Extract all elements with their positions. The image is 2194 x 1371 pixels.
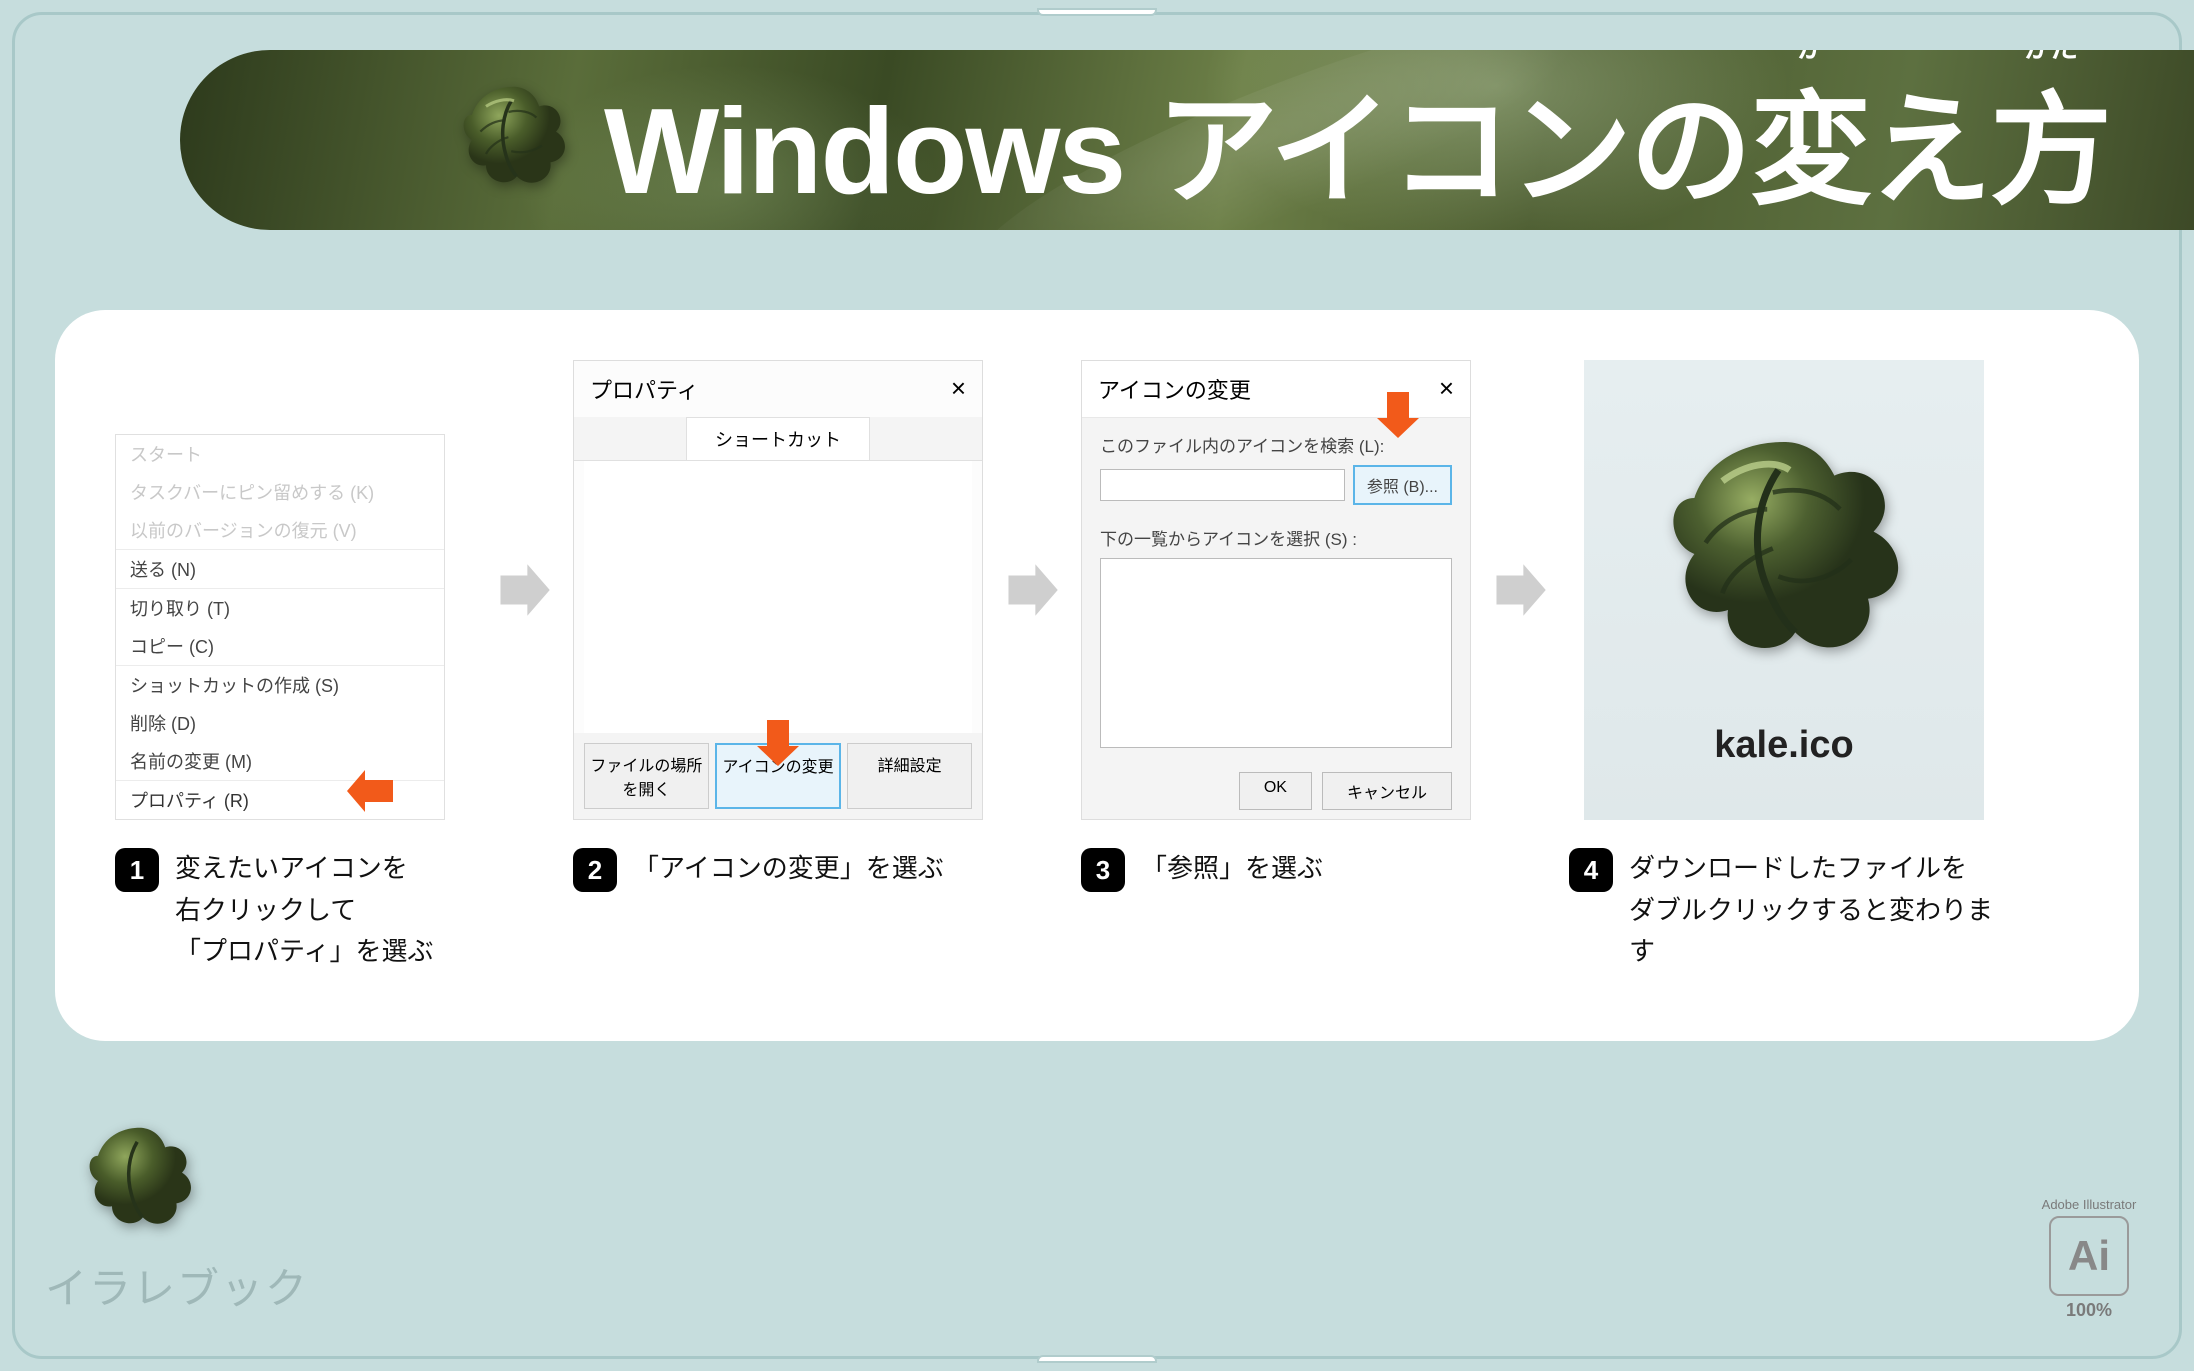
- cancel-button[interactable]: キャンセル: [1322, 772, 1452, 810]
- dialog-title-text: プロパティ: [590, 373, 699, 405]
- open-location-button[interactable]: ファイルの場所を開く: [584, 743, 709, 809]
- step-1-visual: スタート タスクバーにピン留めする (K) 以前のバージョンの復元 (V) 送る…: [115, 360, 475, 820]
- context-menu: スタート タスクバーにピン留めする (K) 以前のバージョンの復元 (V) 送る…: [115, 434, 445, 820]
- step-3-visual: アイコンの変更 × このファイル内のアイコンを検索 (L): 参照 (B)...…: [1081, 360, 1471, 820]
- footer-brand: イラレブック: [45, 1255, 309, 1316]
- ctx-item-copy[interactable]: コピー (C): [116, 627, 444, 665]
- title-ruby-2: かた: [2024, 50, 2076, 66]
- ok-button[interactable]: OK: [1239, 772, 1312, 810]
- dialog-button-row: OK キャンセル: [1082, 762, 1470, 820]
- instruction-card: スタート タスクバーにピン留めする (K) 以前のバージョンの復元 (V) 送る…: [55, 310, 2139, 1041]
- title-banner: Windows アイコンの か変え かた方: [180, 50, 2194, 230]
- kale-leaf-icon: [1634, 414, 1934, 694]
- step-4-text: ダウンロードしたファイルを ダブルクリックすると変わります: [1629, 848, 1999, 973]
- title-ruby-1: か: [1797, 50, 1823, 66]
- step-1-caption: 1 変えたいアイコンを 右クリックして 「プロパティ」を選ぶ: [115, 848, 475, 973]
- title-kanji-2: 方: [1990, 83, 2110, 219]
- ctx-item[interactable]: スタート: [116, 435, 444, 473]
- advanced-button[interactable]: 詳細設定: [847, 743, 972, 809]
- ai-icon: Ai: [2049, 1216, 2129, 1296]
- dialog-title-text: アイコンの変更: [1098, 373, 1251, 405]
- ctx-item-cut[interactable]: 切り取り (T): [116, 589, 444, 627]
- kale-leaf-icon: [70, 1111, 210, 1251]
- ctx-item-shortcut[interactable]: ショットカットの作成 (S): [116, 666, 444, 704]
- ctx-item[interactable]: タスクバーにピン留めする (K): [116, 473, 444, 511]
- step-1: スタート タスクバーにピン留めする (K) 以前のバージョンの復元 (V) 送る…: [115, 360, 475, 973]
- step-3-text: 「参照」を選ぶ: [1141, 848, 1323, 890]
- flow-arrow-icon: [1001, 360, 1063, 820]
- ctx-item-send[interactable]: 送る (N): [116, 550, 444, 588]
- page-title: Windows アイコンの か変え かた方: [604, 52, 2110, 229]
- step-1-text: 変えたいアイコンを 右クリックして 「プロパティ」を選ぶ: [175, 848, 433, 973]
- title-middle: え: [1870, 83, 1990, 219]
- step-4-caption: 4 ダウンロードしたファイルを ダブルクリックすると変わります: [1569, 848, 1999, 973]
- pointer-arrow-icon: [345, 766, 395, 816]
- title-prefix: Windows アイコンの: [604, 83, 1750, 219]
- title-kanji-1: 変: [1750, 83, 1870, 219]
- dialog-titlebar: プロパティ ×: [574, 361, 982, 417]
- step-number-badge: 4: [1569, 848, 1613, 892]
- icon-list-label: 下の一覧からアイコンを選択 (S) :: [1100, 525, 1452, 550]
- bottom-handle: [1037, 1355, 1157, 1363]
- ctx-item-delete[interactable]: 削除 (D): [116, 704, 444, 742]
- ctx-item[interactable]: 以前のバージョンの復元 (V): [116, 511, 444, 549]
- pointer-arrow-icon: [1373, 390, 1423, 440]
- dialog-body: [584, 461, 972, 733]
- step-3-caption: 3 「参照」を選ぶ: [1081, 848, 1471, 892]
- ai-badge: Adobe Illustrator Ai 100%: [2039, 1197, 2139, 1321]
- file-name: kale.ico: [1714, 724, 1853, 767]
- step-4: kale.ico 4 ダウンロードしたファイルを ダブルクリックすると変わります: [1569, 360, 1999, 973]
- kale-leaf-icon: [444, 70, 584, 210]
- icon-list[interactable]: [1100, 558, 1452, 748]
- flow-arrow-icon: [493, 360, 555, 820]
- step-number-badge: 1: [115, 848, 159, 892]
- step-4-visual: kale.ico: [1569, 360, 1999, 820]
- step-3: アイコンの変更 × このファイル内のアイコンを検索 (L): 参照 (B)...…: [1081, 360, 1471, 892]
- ai-label: Adobe Illustrator: [2039, 1197, 2139, 1212]
- browse-button[interactable]: 参照 (B)...: [1353, 465, 1452, 505]
- step-number-badge: 3: [1081, 848, 1125, 892]
- step-2-visual: プロパティ × ショートカット ファイルの場所を開く アイコンの変更 詳細設定: [573, 360, 983, 820]
- ai-percent: 100%: [2039, 1300, 2139, 1321]
- pointer-arrow-icon: [753, 718, 803, 768]
- flow-arrow-icon: [1489, 360, 1551, 820]
- dialog-tabs: ショートカット: [574, 417, 982, 461]
- icon-path-input[interactable]: [1100, 469, 1345, 501]
- close-icon[interactable]: ×: [951, 373, 966, 405]
- top-handle: [1037, 8, 1157, 16]
- step-number-badge: 2: [573, 848, 617, 892]
- tab-shortcut[interactable]: ショートカット: [686, 417, 870, 460]
- step-2: プロパティ × ショートカット ファイルの場所を開く アイコンの変更 詳細設定 …: [573, 360, 983, 892]
- file-preview[interactable]: kale.ico: [1584, 360, 1984, 820]
- step-2-caption: 2 「アイコンの変更」を選ぶ: [573, 848, 983, 892]
- close-icon[interactable]: ×: [1439, 373, 1454, 405]
- step-2-text: 「アイコンの変更」を選ぶ: [633, 848, 944, 890]
